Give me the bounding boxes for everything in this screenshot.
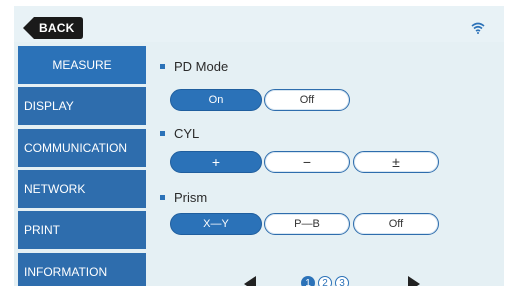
page-dot-2[interactable]: 2 — [318, 276, 332, 286]
cyl-minus-label: − — [302, 154, 312, 170]
pd-mode-section: PD Mode — [160, 59, 228, 74]
pd-mode-title: PD Mode — [174, 59, 229, 74]
main-panel: PD Mode On Off CYL + − ± Prism X—Y P—B O… — [146, 46, 504, 286]
sidebar: MEASURE DISPLAY COMMUNICATION NETWORK PR… — [18, 46, 146, 286]
pd-mode-off-label: Off — [299, 94, 315, 106]
cyl-title: CYL — [174, 126, 200, 141]
sidebar-item-information[interactable]: INFORMATION — [18, 253, 146, 286]
pd-mode-on-button[interactable]: On — [170, 89, 262, 111]
page-dot-3[interactable]: 3 — [335, 276, 349, 286]
left-triangle-icon[interactable] — [244, 276, 256, 286]
sidebar-item-label: INFORMATION — [24, 265, 108, 279]
prism-off-button[interactable]: Off — [353, 213, 439, 235]
back-label: BACK — [39, 21, 75, 35]
page-number: 2 — [322, 277, 328, 287]
prism-off-label: Off — [388, 218, 404, 230]
page-dot-1[interactable]: 1 — [301, 276, 315, 286]
top-bar: BACK — [14, 6, 504, 42]
bullet-icon — [160, 64, 165, 69]
pd-mode-on-label: On — [208, 94, 224, 106]
sidebar-item-measure[interactable]: MEASURE — [18, 46, 146, 84]
page-number: 3 — [339, 277, 345, 287]
prism-pb-label: P—B — [294, 218, 320, 230]
cyl-plus-button[interactable]: + — [170, 151, 262, 173]
prism-xy-button[interactable]: X—Y — [170, 213, 262, 235]
sidebar-item-label: NETWORK — [24, 182, 86, 196]
settings-screen: BACK MEASURE DISPLAY COMMUNICATION NETWO… — [14, 6, 504, 286]
prism-pb-button[interactable]: P—B — [264, 213, 350, 235]
prism-title: Prism — [174, 190, 208, 205]
sidebar-item-label: MEASURE — [52, 58, 112, 72]
cyl-section: CYL — [160, 126, 199, 141]
page-number: 1 — [305, 277, 311, 287]
cyl-minus-button[interactable]: − — [264, 151, 350, 173]
bullet-icon — [160, 195, 165, 200]
sidebar-item-label: COMMUNICATION — [24, 141, 128, 155]
prism-xy-label: X—Y — [203, 218, 229, 230]
bullet-icon — [160, 131, 165, 136]
cyl-plus-minus-button[interactable]: ± — [353, 151, 439, 173]
sidebar-item-network[interactable]: NETWORK — [18, 170, 146, 208]
back-button[interactable]: BACK — [23, 17, 83, 39]
sidebar-item-label: PRINT — [24, 223, 60, 237]
wifi-icon — [471, 21, 485, 39]
sidebar-item-display[interactable]: DISPLAY — [18, 87, 146, 125]
cyl-plus-label: + — [211, 154, 221, 170]
sidebar-item-communication[interactable]: COMMUNICATION — [18, 129, 146, 167]
pd-mode-off-button[interactable]: Off — [264, 89, 350, 111]
sidebar-item-print[interactable]: PRINT — [18, 211, 146, 249]
sidebar-item-label: DISPLAY — [24, 99, 74, 113]
right-triangle-icon[interactable] — [408, 276, 420, 286]
prism-section: Prism — [160, 190, 207, 205]
cyl-plus-minus-label: ± — [392, 154, 400, 170]
